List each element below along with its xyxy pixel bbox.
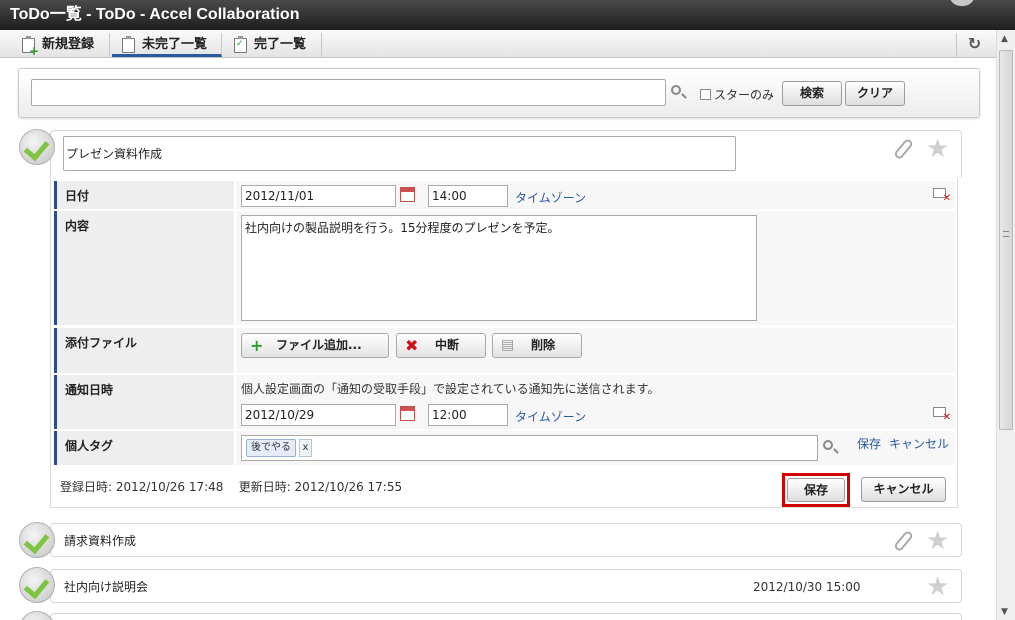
tag-cancel-link[interactable]: キャンセル — [889, 435, 949, 452]
notify-time-input[interactable]: 12:00 — [428, 404, 508, 426]
checkbox-icon[interactable] — [700, 89, 711, 100]
content-textarea[interactable]: 社内向けの製品説明を行う。15分程度のプレゼンを予定。 — [241, 215, 757, 321]
tab-completed-list[interactable]: ✓ 完了一覧 — [224, 33, 322, 57]
tab-bar: + 新規登録 未完了一覧 ✓ 完了一覧 ↻ — [0, 30, 996, 58]
scrollbar-thumb[interactable] — [999, 50, 1013, 430]
save-button[interactable]: 保存 — [787, 478, 845, 502]
todo-item-title: 社内向け説明会 — [64, 580, 149, 594]
tab-new-registration[interactable]: + 新規登録 — [12, 33, 110, 57]
notify-date-input[interactable]: 2012/10/29 — [241, 404, 396, 426]
tag-save-link[interactable]: 保存 — [857, 435, 881, 452]
scroll-down-arrow-icon[interactable]: ▼ — [1001, 607, 1008, 617]
content-label: 内容 — [54, 211, 234, 325]
date-input[interactable]: 2012/11/01 — [241, 185, 396, 207]
todo-item[interactable]: 社内向け説明会 2012/10/30 15:00 — [50, 569, 962, 603]
clear-button[interactable]: クリア — [845, 81, 905, 106]
star-icon[interactable]: ★ — [926, 528, 949, 554]
todo-item[interactable]: 請求資料作成 — [50, 523, 962, 557]
trash-icon: ▤ — [501, 337, 515, 353]
complete-check-icon[interactable] — [19, 522, 55, 558]
refresh-icon[interactable]: ↻ — [956, 33, 992, 57]
star-only-checkbox[interactable]: スターのみ — [700, 86, 774, 103]
search-icon[interactable] — [667, 79, 687, 106]
tag-search-icon[interactable] — [823, 440, 833, 450]
personal-tags-input[interactable]: 後でやる x — [241, 435, 818, 461]
clear-date-icon[interactable] — [933, 188, 951, 204]
todo-item-date: 2012/10/30 15:00 — [753, 580, 861, 594]
personal-tags-label: 個人タグ — [54, 431, 234, 465]
search-panel: スターのみ 検索 クリア — [18, 68, 980, 118]
time-input[interactable]: 14:00 — [428, 185, 508, 207]
scroll-up-arrow-icon[interactable]: ▲ — [1001, 34, 1008, 44]
updated-at: 更新日時: 2012/10/26 17:55 — [238, 480, 403, 494]
clear-notify-icon[interactable] — [933, 407, 951, 423]
clipboard-add-icon: + — [22, 36, 39, 57]
tag-remove-button[interactable]: x — [299, 439, 312, 457]
attachments-label: 添付ファイル — [54, 328, 234, 373]
vertical-scrollbar[interactable]: ▲ ▼ — [996, 30, 1015, 620]
window-title: ToDo一覧 - ToDo - Accel Collaboration — [10, 6, 300, 23]
todo-item[interactable] — [50, 613, 962, 620]
search-input[interactable] — [31, 79, 666, 106]
plus-icon: + — [250, 336, 264, 355]
todo-title-input[interactable]: プレゼン資料作成 — [63, 136, 736, 171]
date-label: 日付 — [54, 181, 234, 209]
x-icon: ✖ — [405, 336, 419, 355]
star-only-label: スターのみ — [714, 88, 775, 102]
search-button[interactable]: 検索 — [782, 81, 842, 106]
tag-chip: 後でやる — [246, 439, 296, 457]
cancel-button[interactable]: キャンセル — [861, 477, 946, 502]
complete-check-icon[interactable] — [19, 567, 55, 603]
window-corner-control[interactable] — [949, 0, 975, 6]
todo-item-title: 請求資料作成 — [64, 534, 137, 548]
tab-label: 完了一覧 — [254, 37, 307, 52]
tab-label: 新規登録 — [42, 37, 95, 52]
notify-timezone-link[interactable]: タイムゾーン — [515, 408, 586, 425]
complete-check-icon[interactable] — [19, 129, 55, 165]
tab-incomplete-list[interactable]: 未完了一覧 — [112, 33, 222, 57]
notify-label: 通知日時 — [54, 375, 234, 429]
abort-button[interactable]: ✖ 中断 — [396, 333, 486, 358]
delete-button[interactable]: ▤ 削除 — [492, 333, 582, 358]
save-button-highlight: 保存 — [782, 473, 850, 507]
window-titlebar: ToDo一覧 - ToDo - Accel Collaboration — [0, 0, 1015, 30]
calendar-icon[interactable] — [400, 406, 415, 421]
star-icon[interactable]: ★ — [926, 574, 949, 600]
clipboard-icon — [122, 36, 135, 53]
created-at: 登録日時: 2012/10/26 17:48 — [60, 480, 224, 494]
calendar-icon[interactable] — [400, 187, 415, 202]
clipboard-check-icon: ✓ — [234, 36, 247, 53]
notify-description: 個人設定画面の「通知の受取手段」で設定されている通知先に送信されます。 — [241, 382, 660, 396]
star-icon[interactable]: ★ — [926, 136, 949, 162]
timestamps: 登録日時: 2012/10/26 17:48 更新日時: 2012/10/26 … — [60, 478, 402, 495]
tab-label: 未完了一覧 — [142, 37, 208, 52]
add-file-button[interactable]: + ファイル追加... — [241, 333, 389, 358]
timezone-link[interactable]: タイムゾーン — [515, 189, 586, 206]
complete-check-icon[interactable] — [19, 611, 55, 620]
